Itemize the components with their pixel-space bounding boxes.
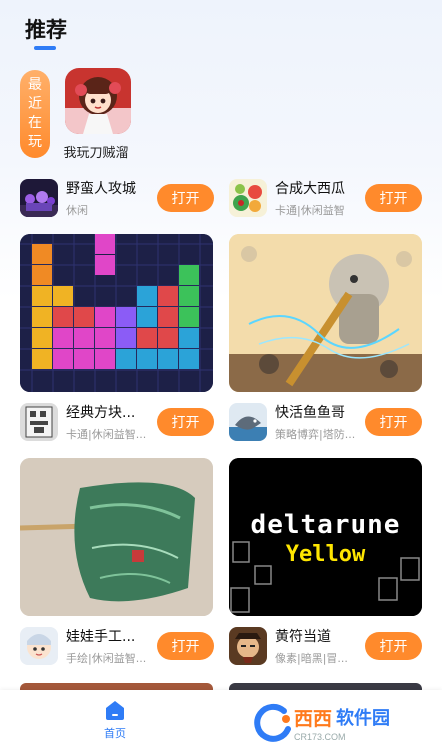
- tetris-screenshot[interactable]: [20, 234, 213, 392]
- recent-game-name: 我玩刀贼溜: [63, 146, 129, 161]
- doll-craft-screenshot[interactable]: [20, 458, 213, 616]
- app-name: 快活鱼鱼哥: [275, 405, 345, 421]
- open-button[interactable]: 打开: [365, 184, 422, 212]
- app-name: 野蛮人攻城: [66, 181, 136, 197]
- deltarune-title: deltarune: [250, 510, 401, 540]
- recent-tag-char: 在: [28, 115, 42, 131]
- app-item[interactable]: 黄符当道 像素|暗黑|冒...: [229, 624, 367, 668]
- watermelon-icon: [229, 179, 267, 217]
- nav-home[interactable]: 首页: [100, 698, 130, 741]
- app-name: 娃娃手工...: [66, 629, 136, 645]
- app-tags: 休闲: [66, 204, 88, 217]
- recent-tag-char: 最: [28, 77, 42, 93]
- app-name: 合成大西瓜: [275, 181, 345, 197]
- home-icon: [106, 701, 124, 720]
- app-item[interactable]: 娃娃手工... 手绘|休闲益智...: [20, 624, 158, 668]
- app-item[interactable]: 合成大西瓜 卡通|休闲益智: [229, 176, 367, 220]
- recent-tag-char: 近: [28, 96, 42, 112]
- barbarian-siege-icon: [20, 179, 58, 217]
- next-card-peek: [20, 683, 213, 690]
- taoist-icon: [229, 627, 267, 665]
- app-tags: 像素|暗黑|冒...: [275, 652, 348, 665]
- deltarune-subtitle: Yellow: [285, 542, 366, 567]
- page-title: 推荐: [25, 18, 67, 42]
- watermark-logo-icon: [254, 703, 291, 742]
- nav-home-label: 首页: [104, 727, 126, 740]
- open-button[interactable]: 打开: [365, 408, 422, 436]
- app-name: 黄符当道: [275, 629, 331, 645]
- title-underline: [34, 46, 56, 50]
- deltarune-screenshot[interactable]: deltarune Yellow: [229, 458, 422, 616]
- recent-tag-char: 玩: [28, 134, 42, 150]
- open-button[interactable]: 打开: [157, 408, 214, 436]
- recent-game-item[interactable]: 我玩刀贼溜: [62, 68, 134, 161]
- watermark-text: 软件园: [336, 708, 391, 729]
- recent-playing-tag: 最 近 在 玩: [20, 70, 50, 158]
- app-tags: 策略博弈|塔防...: [275, 428, 356, 441]
- tetris-icon: [20, 403, 58, 441]
- open-button[interactable]: 打开: [365, 632, 422, 660]
- open-button[interactable]: 打开: [157, 184, 214, 212]
- open-button[interactable]: 打开: [157, 632, 214, 660]
- app-item[interactable]: 快活鱼鱼哥 策略博弈|塔防...: [229, 400, 367, 444]
- app-item[interactable]: 经典方块... 卡通|休闲益智...: [20, 400, 158, 444]
- app-tags: 卡通|休闲益智...: [66, 428, 147, 441]
- watermark-text: 西西: [294, 708, 333, 730]
- app-item[interactable]: 野蛮人攻城 休闲: [20, 176, 158, 220]
- site-watermark: 西西 软件园 CR173.COM: [254, 700, 434, 746]
- next-card-peek: [229, 683, 422, 690]
- app-tags: 手绘|休闲益智...: [66, 652, 147, 665]
- fish-icon: [229, 403, 267, 441]
- app-tags: 卡通|休闲益智: [275, 204, 345, 217]
- fish-game-screenshot[interactable]: [229, 234, 422, 392]
- app-name: 经典方块...: [66, 405, 136, 421]
- doll-craft-icon: [20, 627, 58, 665]
- anime-girl-game-icon: [65, 68, 131, 134]
- watermark-sub: CR173.COM: [294, 732, 346, 742]
